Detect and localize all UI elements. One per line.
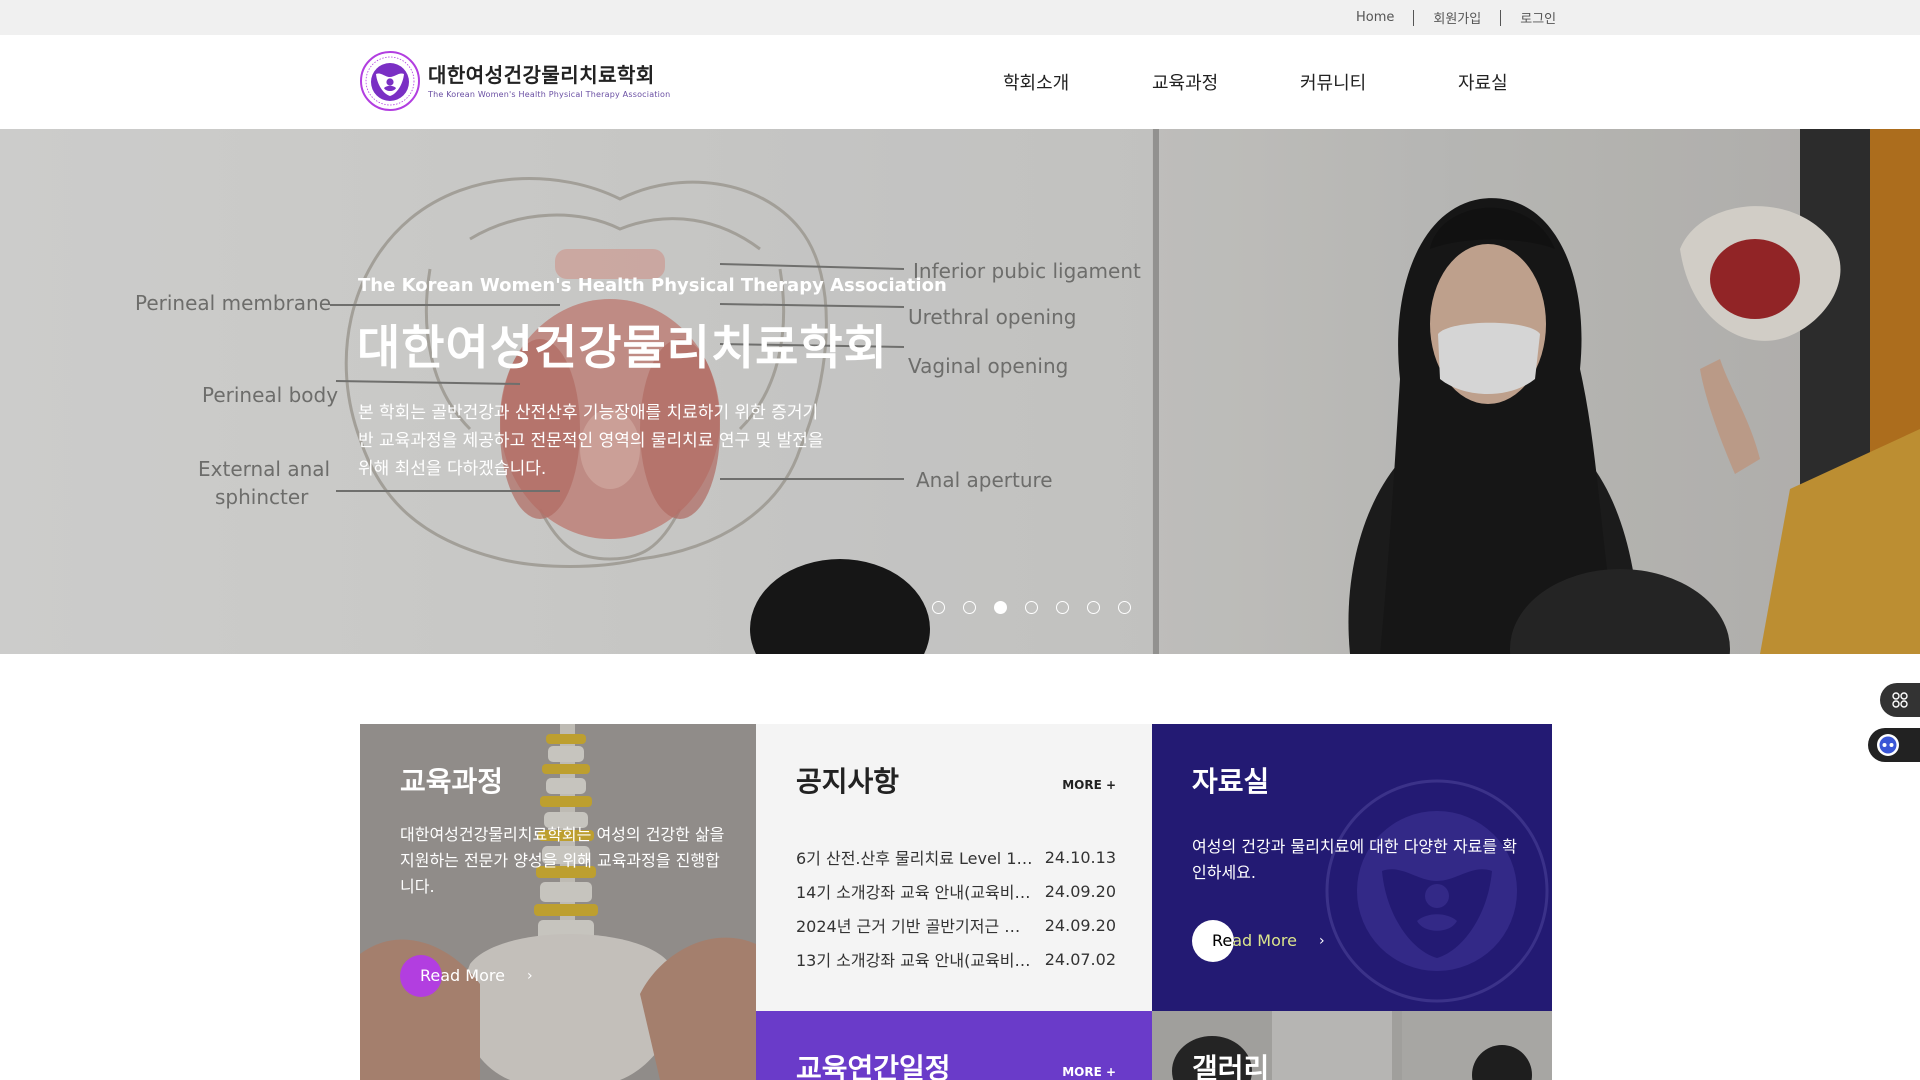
logo-english-name: The Korean Women's Health Physical Thera… xyxy=(428,90,671,99)
quick-menu-button[interactable] xyxy=(1880,683,1920,717)
slide-dot[interactable] xyxy=(932,601,945,614)
login-link[interactable]: 로그인 xyxy=(1520,8,1556,27)
grid-icon xyxy=(1892,692,1908,708)
chatbot-button[interactable] xyxy=(1868,728,1920,762)
notice-list: 6기 산전.산후 물리치료 Level 1 교육 안내 24.10.13 14기… xyxy=(796,840,1116,976)
slide-dot[interactable] xyxy=(963,601,976,614)
hero-description: 본 학회는 골반건강과 산전산후 기능장애를 치료하기 위한 증거기반 교육과정… xyxy=(358,403,824,479)
anatomy-label: Inferior pubic ligament xyxy=(913,259,1141,283)
chevron-right-icon: › xyxy=(1318,933,1325,949)
education-card-description: 대한여성건강물리치료학회는 여성의 건강한 삶을 지원하는 전문가 양성을 위해… xyxy=(400,825,725,896)
read-more-label: Read More xyxy=(1212,931,1297,950)
gallery-card-title: 갤러리 xyxy=(1192,1052,1270,1080)
schedule-card-title: 교육연간일정 xyxy=(796,1052,951,1080)
gallery-card: 갤러리 xyxy=(1152,1011,1552,1080)
nav-education[interactable]: 교육과정 xyxy=(1152,69,1218,95)
divider xyxy=(1500,9,1502,26)
anatomy-label: sphincter xyxy=(215,485,309,509)
anatomy-label: Urethral opening xyxy=(908,305,1077,329)
chevron-right-icon: › xyxy=(526,968,533,984)
schedule-more-link[interactable]: MORE + xyxy=(1062,1065,1116,1079)
notice-date: 24.09.20 xyxy=(1044,881,1116,901)
logo-text: 대한여성건강물리치료학회 The Korean Women's Health P… xyxy=(428,63,670,99)
anatomy-label: Vaginal opening xyxy=(908,354,1069,378)
nav-data-room[interactable]: 자료실 xyxy=(1458,69,1508,95)
notice-item[interactable]: 2024년 근거 기반 골반기저근 교육 안내 24.09.20 xyxy=(796,908,1116,942)
notice-date: 24.10.13 xyxy=(1044,847,1116,867)
hero-slider: Perineal membrane Perineal body External… xyxy=(0,129,1920,654)
notice-item[interactable]: 14기 소개강좌 교육 안내(교육비 환불) 24.09.20 xyxy=(796,874,1116,908)
logo-korean-name: 대한여성건강물리치료학회 xyxy=(428,63,655,87)
slide-dot-active[interactable] xyxy=(994,601,1007,614)
data-room-read-more-button[interactable]: Read More › xyxy=(1192,920,1325,962)
anatomy-label: Anal aperture xyxy=(916,468,1053,492)
notice-item[interactable]: 13기 소개강좌 교육 안내(교육비 환불) 24.07.02 xyxy=(796,942,1116,976)
divider xyxy=(1413,9,1415,26)
notice-title: 2024년 근거 기반 골반기저근 교육 안내 xyxy=(796,917,1034,936)
slide-dot[interactable] xyxy=(1025,601,1038,614)
education-card-title: 교육과정 xyxy=(400,765,504,798)
utility-links: Home 회원가입 로그인 xyxy=(1356,0,1556,35)
watermark-emblem-icon xyxy=(1325,779,1549,1003)
notice-title: 13기 소개강좌 교육 안내(교육비 환불) xyxy=(796,951,1034,970)
notice-item[interactable]: 6기 산전.산후 물리치료 Level 1 교육 안내 24.10.13 xyxy=(796,840,1116,874)
hero-title: 대한여성건강물리치료학회 xyxy=(357,321,888,376)
education-card: 교육과정 대한여성건강물리치료학회는 여성의 건강한 삶을 지원하는 전문가 양… xyxy=(360,724,756,1080)
nav-community[interactable]: 커뮤니티 xyxy=(1300,69,1366,95)
top-utility-bar: Home 회원가입 로그인 xyxy=(0,0,1920,35)
read-more-label: Read More xyxy=(420,966,505,985)
site-logo[interactable]: 대한여성건강물리치료학회 The Korean Women's Health P… xyxy=(359,50,670,112)
anatomy-label: External anal xyxy=(198,457,331,481)
notice-title: 6기 산전.산후 물리치료 Level 1 교육 안내 xyxy=(796,849,1034,868)
notice-date: 24.07.02 xyxy=(1044,949,1116,969)
slide-dot[interactable] xyxy=(1056,601,1069,614)
chatbot-icon xyxy=(1877,734,1899,756)
data-room-card-title: 자료실 xyxy=(1192,765,1270,798)
slide-dot[interactable] xyxy=(1118,601,1131,614)
notice-card-title: 공지사항 xyxy=(796,765,900,798)
association-emblem-icon xyxy=(360,51,420,111)
notice-title: 14기 소개강좌 교육 안내(교육비 환불) xyxy=(796,883,1034,902)
notice-date: 24.09.20 xyxy=(1044,915,1116,935)
signup-link[interactable]: 회원가입 xyxy=(1433,8,1481,27)
education-read-more-button[interactable]: Read More › xyxy=(400,955,533,997)
home-link[interactable]: Home xyxy=(1356,10,1394,25)
anatomy-label: Perineal membrane xyxy=(135,291,332,315)
hero-subtitle: The Korean Women's Health Physical Thera… xyxy=(358,275,947,296)
notice-more-link[interactable]: MORE + xyxy=(1062,778,1116,792)
slide-dot[interactable] xyxy=(1087,601,1100,614)
data-room-card-description: 여성의 건강과 물리치료에 대한 다양한 자료를 확인하세요. xyxy=(1192,837,1517,882)
slider-pagination xyxy=(932,601,1149,614)
notice-card: 공지사항 MORE + 6기 산전.산후 물리치료 Level 1 교육 안내 … xyxy=(756,724,1152,1011)
annual-schedule-card: 교육연간일정 MORE + xyxy=(756,1011,1152,1080)
nav-about[interactable]: 학회소개 xyxy=(1003,69,1069,95)
anatomy-label: Perineal body xyxy=(202,383,339,407)
site-header: 대한여성건강물리치료학회 The Korean Women's Health P… xyxy=(0,35,1920,129)
data-room-card: 자료실 여성의 건강과 물리치료에 대한 다양한 자료를 확인하세요. Read… xyxy=(1152,724,1552,1011)
